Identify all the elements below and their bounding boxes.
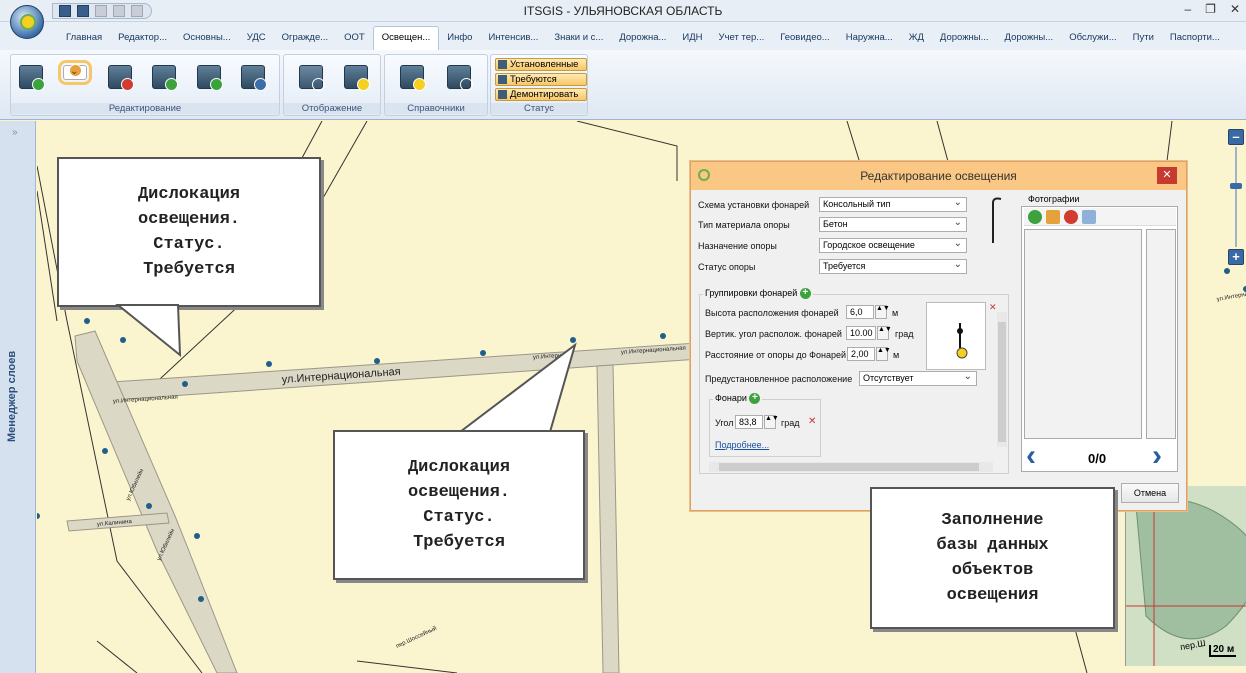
app-logo-icon [20, 14, 36, 30]
overview-minimap[interactable] [1125, 486, 1246, 666]
photos-box: ‹ 0/0 › [1021, 206, 1178, 472]
groups-legend: Группировки фонарей + [703, 288, 813, 300]
callout-line: Статус. [423, 508, 495, 527]
photo-thumbnails[interactable] [1146, 229, 1176, 439]
app-menu-orb[interactable] [10, 5, 44, 39]
photo-viewer[interactable] [1024, 229, 1142, 439]
angle-label: Вертик. угол располож. фонарей [705, 329, 842, 339]
lighting-edit-dialog: Редактирование освещения ✕ Схема установ… [690, 161, 1187, 511]
callout-line: Требуется [413, 533, 505, 552]
remove-group-icon[interactable]: ✕ [989, 302, 997, 313]
height-spinner[interactable]: ▲▼ [875, 305, 890, 319]
groups-vscroll-thumb[interactable] [998, 322, 1006, 442]
prev-photo-icon[interactable]: ‹ [1026, 441, 1036, 471]
add-lamp-icon[interactable]: + [749, 393, 761, 405]
callout-line: Заполнение [941, 511, 1044, 530]
photo-counter: 0/0 [1088, 451, 1107, 466]
preset-label: Предустановленное расположение [705, 374, 853, 384]
height-label: Высота расположения фонарей [705, 308, 839, 318]
photos-label: Фотографии [1028, 194, 1080, 204]
photos-toolbar [1024, 208, 1176, 226]
lamp-preview-icon [956, 323, 968, 359]
callout-right: Заполнение базы данных объектов освещения [870, 487, 1115, 629]
field-label-status: Статус опоры [698, 262, 756, 272]
height-unit: м [892, 308, 899, 318]
dialog-title: Редактирование освещения [860, 169, 1017, 183]
dialog-title-bar: Редактирование освещения ✕ [691, 162, 1186, 190]
angle-input[interactable]: 10.00 [846, 326, 876, 340]
angle-spinner[interactable]: ▲▼ [877, 326, 892, 340]
callout-line: освещения [946, 586, 1039, 605]
dialog-close-button[interactable]: ✕ [1157, 167, 1177, 184]
groups-hscroll-thumb[interactable] [719, 463, 979, 471]
callout-line: базы данных [936, 536, 1049, 555]
height-input[interactable]: 6,0 [846, 305, 874, 319]
field-label-purpose: Назначение опоры [698, 241, 777, 251]
photos-panel: Фотографии ‹ 0/0 › [1020, 191, 1185, 491]
material-select[interactable]: Бетон [819, 216, 967, 232]
scheme-select[interactable]: Консольный тип [819, 196, 967, 212]
groups-hscroll[interactable] [709, 462, 993, 472]
callout-line: освещения. [407, 483, 511, 502]
lamp-angle-input[interactable]: 83,8 [735, 415, 763, 429]
groups-legend-label: Группировки фонарей [705, 288, 798, 298]
distance-label: Расстояние от опоры до Фонарей [705, 350, 847, 360]
lamps-legend-label: Фонари [715, 393, 747, 403]
minimap-canvas [1126, 486, 1246, 666]
distance-unit: м [893, 350, 900, 360]
lamps-legend: Фонари + [713, 393, 763, 405]
edit-photo-icon[interactable] [1046, 210, 1060, 224]
status-select[interactable]: Требуется [819, 258, 967, 274]
next-photo-icon[interactable]: › [1152, 441, 1162, 471]
pole-preview-icon [992, 197, 1002, 243]
lamp-angle-spinner[interactable]: ▲▼ [764, 415, 779, 429]
angle-unit: град [895, 329, 914, 339]
lamp-preview [926, 302, 986, 370]
field-label-scheme: Схема установки фонарей [698, 200, 810, 210]
purpose-select[interactable]: Городское освещение [819, 237, 967, 253]
preset-select[interactable]: Отсутствует [859, 370, 977, 386]
dialog-app-icon [698, 169, 710, 181]
add-group-icon[interactable]: + [799, 288, 811, 300]
delete-photo-icon[interactable] [1064, 210, 1078, 224]
remove-lamp-icon[interactable]: ✕ [808, 416, 816, 427]
groups-vscroll[interactable] [997, 312, 1007, 447]
add-photo-icon[interactable] [1028, 210, 1042, 224]
map-scale: 20 м [1209, 645, 1237, 657]
callout-line: объектов [951, 561, 1034, 580]
more-link[interactable]: Подробнее... [715, 440, 769, 450]
lamp-angle-label: Угол [715, 418, 734, 428]
view-photo-icon[interactable] [1082, 210, 1096, 224]
lamp-angle-unit: град [781, 418, 800, 428]
cancel-button[interactable]: Отмена [1121, 483, 1179, 503]
callout-line: Дислокация [407, 458, 511, 477]
field-label-material: Тип материала опоры [698, 220, 790, 230]
distance-spinner[interactable]: ▲▼ [876, 347, 891, 361]
distance-input[interactable]: 2,00 [847, 347, 875, 361]
callout-center: Дислокация освещения. Статус. Требуется [333, 430, 585, 580]
